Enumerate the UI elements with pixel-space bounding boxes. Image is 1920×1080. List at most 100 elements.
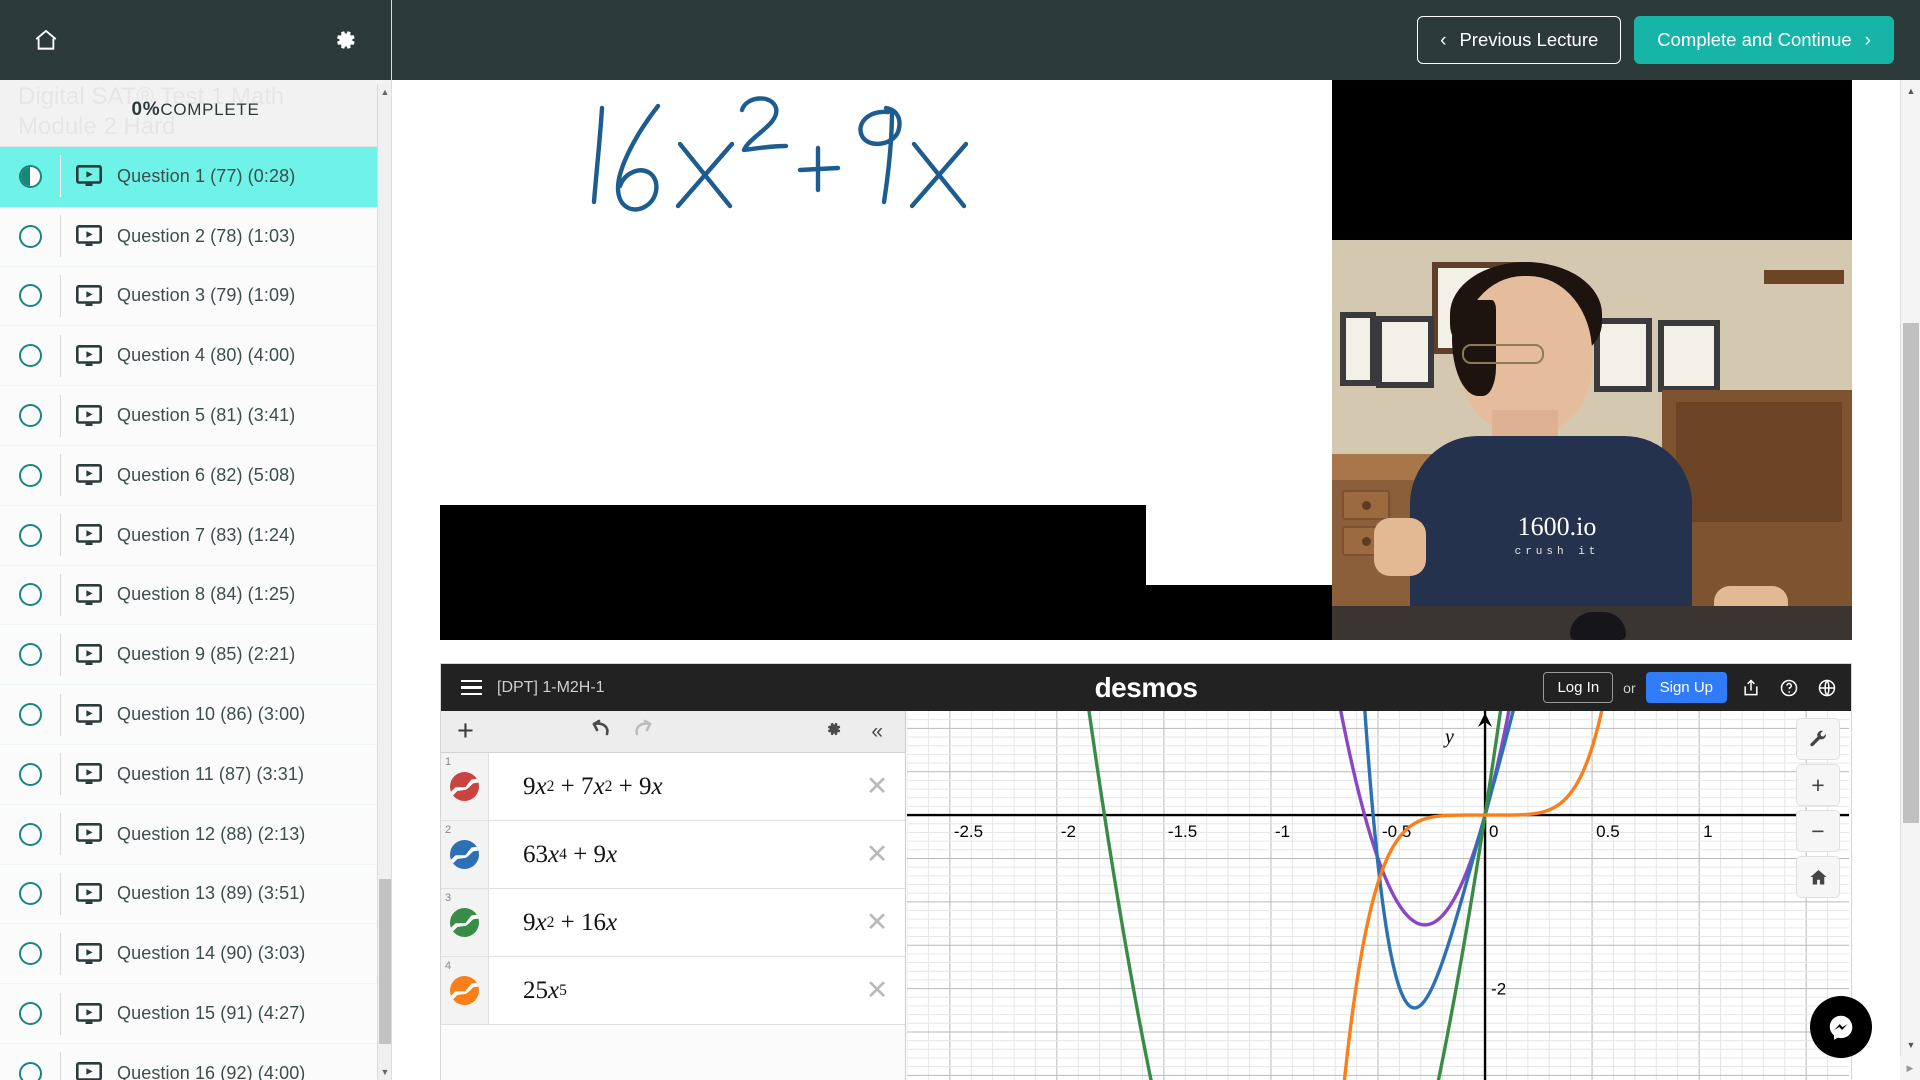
lecture-item[interactable]: Question 12 (88) (2:13) [0, 804, 391, 865]
lecture-item[interactable]: Question 15 (91) (4:27) [0, 984, 391, 1044]
lecture-item[interactable]: Question 5 (81) (3:41) [0, 386, 391, 446]
expression-color-toggle[interactable]: 3 [441, 889, 489, 956]
zoom-out-icon[interactable]: − [1796, 810, 1840, 852]
delete-expression-icon[interactable]: ✕ [849, 821, 905, 888]
expression-math[interactable]: 9x2 + 16 x [489, 889, 849, 956]
lecture-item[interactable]: Question 2 (78) (1:03) [0, 206, 391, 267]
gear-icon[interactable] [325, 20, 365, 60]
page-scroll-down-icon[interactable]: ▼ [1901, 1036, 1920, 1054]
shirt-tagline: crush it [1514, 546, 1600, 558]
expression-math[interactable]: 9x2 + 7x2 + 9x [489, 753, 849, 820]
svg-text:-2.5: -2.5 [954, 822, 983, 841]
delete-expression-icon[interactable]: ✕ [849, 753, 905, 820]
expression-panel: + « 1 9 x 2 + 7 x 2 + 9 x ✕ 2 63 x 4 + 9… [441, 711, 906, 1080]
lecture-item[interactable]: Question 3 (79) (1:09) [0, 266, 391, 327]
lecture-list[interactable]: Question 1 (77) (0:28) Question 2 (78) (1… [0, 147, 391, 1080]
complete-and-continue-label: Complete and Continue [1657, 29, 1852, 50]
redo-icon[interactable] [631, 719, 657, 744]
lecture-status-icon [0, 643, 60, 667]
sidebar-scrollbar[interactable]: ▲ ▼ [377, 84, 391, 1080]
lecture-item[interactable]: Question 7 (83) (1:24) [0, 505, 391, 566]
expression-row[interactable]: 2 63 x 4 + 9 x ✕ [441, 821, 905, 889]
desmos-account-area: Log In or Sign Up [1543, 672, 1841, 703]
instructor-glasses [1462, 344, 1544, 364]
lecture-item[interactable]: Question 8 (84) (1:25) [0, 565, 391, 626]
home-icon[interactable] [26, 20, 66, 60]
page-scroll-up-icon[interactable]: ▲ [1901, 82, 1920, 100]
lecture-status-icon [0, 762, 60, 786]
svg-text:0.5: 0.5 [1596, 822, 1620, 841]
wall-frame [1376, 316, 1434, 388]
add-expression-button[interactable]: + [457, 717, 474, 746]
expression-row[interactable]: 1 9x2 + 7x2 + 9 x ✕ [441, 753, 905, 821]
page-scrollbar[interactable]: ▲ ▼ [1900, 80, 1920, 1080]
expression-index: 4 [445, 960, 452, 972]
instructor-left-hand [1374, 518, 1426, 576]
expression-color-toggle[interactable]: 4 [441, 957, 489, 1024]
expression-row[interactable]: 4 25 x 5 ✕ [441, 957, 905, 1025]
lecture-item-label: Question 2 (78) (1:03) [117, 225, 296, 246]
desmos-calculator[interactable]: [DPT] 1-M2H-1 desmos Log In or Sign Up +… [440, 663, 1852, 1080]
lecture-item[interactable]: Question 1 (77) (0:28) [0, 147, 391, 207]
delete-expression-icon[interactable]: ✕ [849, 957, 905, 1024]
page-scroll-corner: ▶ [1900, 1056, 1920, 1080]
lecture-item[interactable]: Question 9 (85) (2:21) [0, 625, 391, 686]
lecture-status-icon [0, 463, 60, 487]
curve-color-dot[interactable] [450, 976, 479, 1005]
video-icon [61, 942, 117, 965]
scroll-up-icon[interactable]: ▲ [378, 84, 391, 100]
lecture-item[interactable]: Question 16 (92) (4:00) [0, 1043, 391, 1080]
hamburger-icon[interactable] [451, 679, 485, 696]
previous-lecture-button[interactable]: ‹ Previous Lecture [1417, 16, 1622, 64]
wrench-icon[interactable] [1796, 718, 1840, 760]
lecture-item[interactable]: Question 13 (89) (3:51) [0, 864, 391, 925]
expression-list[interactable]: 19x2 + 7x2 + 9 x ✕ 2 63 x 4 + 9 x ✕ 3 9 x 2 + 16 x ✕ 4 2… [441, 753, 905, 1025]
delete-expression-icon[interactable]: ✕ [849, 889, 905, 956]
svg-text:0: 0 [1489, 822, 1498, 841]
lecture-content: 1600.io crush it [DPT] 1-M2H-1 desmos Lo… [392, 80, 1900, 1080]
question-circle-icon[interactable] [1775, 674, 1803, 702]
lecture-item[interactable]: Question 10 (86) (3:00) [0, 685, 391, 745]
zoom-in-icon[interactable]: + [1796, 764, 1840, 806]
svg-text:-1.5: -1.5 [1168, 822, 1197, 841]
previous-lecture-label: Previous Lecture [1459, 29, 1599, 50]
lecture-item-label: Question 7 (83) (1:24) [117, 524, 296, 545]
curve-color-dot[interactable] [450, 908, 479, 937]
computer-mouse [1570, 612, 1626, 640]
sidebar-scrollbar-thumb[interactable] [379, 879, 391, 1044]
lecture-item[interactable]: Question 4 (80) (4:00) [0, 326, 391, 387]
sidebar-topbar [0, 0, 391, 80]
sign-up-button[interactable]: Sign Up [1645, 672, 1727, 703]
double-chevron-left-icon[interactable]: « [871, 721, 883, 742]
share-icon[interactable] [1737, 674, 1765, 702]
undo-icon[interactable] [587, 719, 613, 744]
lecture-status-icon [0, 882, 60, 906]
expression-math[interactable]: 25 x 5 [489, 957, 849, 1024]
globe-icon[interactable] [1813, 674, 1841, 702]
lecture-item[interactable]: Question 14 (90) (3:03) [0, 924, 391, 985]
expression-color-toggle[interactable]: 2 [441, 821, 489, 888]
curve-color-dot[interactable] [450, 772, 479, 801]
svg-text:-2: -2 [1061, 822, 1076, 841]
lecture-item-label: Question 8 (84) (1:25) [117, 584, 296, 605]
page-scrollbar-thumb[interactable] [1903, 323, 1919, 823]
expression-color-toggle[interactable]: 1 [441, 753, 489, 820]
svg-text:y: y [1443, 726, 1454, 748]
expression-index: 3 [445, 892, 452, 904]
gear-icon[interactable] [823, 719, 843, 744]
lecture-item[interactable]: Question 11 (87) (3:31) [0, 744, 391, 805]
messenger-icon[interactable] [1810, 996, 1872, 1058]
expression-math[interactable]: 63 x 4 + 9x [489, 821, 849, 888]
log-in-button[interactable]: Log In [1543, 672, 1614, 703]
shelf [1764, 270, 1844, 284]
graph-canvas[interactable]: yx-2.5-2-1.5-1-0.500.511.5-2 + − [907, 711, 1851, 1080]
home-icon[interactable] [1796, 856, 1840, 898]
desmos-graph-title[interactable]: [DPT] 1-M2H-1 [497, 679, 605, 697]
video-player[interactable]: 1600.io crush it [440, 80, 1852, 640]
desk-drawer [1342, 490, 1390, 520]
curve-color-dot[interactable] [450, 840, 479, 869]
lecture-item[interactable]: Question 6 (82) (5:08) [0, 445, 391, 506]
expression-row[interactable]: 3 9x2 + 16 x ✕ [441, 889, 905, 957]
scroll-down-icon[interactable]: ▼ [378, 1064, 391, 1080]
complete-and-continue-button[interactable]: Complete and Continue › [1634, 16, 1894, 64]
